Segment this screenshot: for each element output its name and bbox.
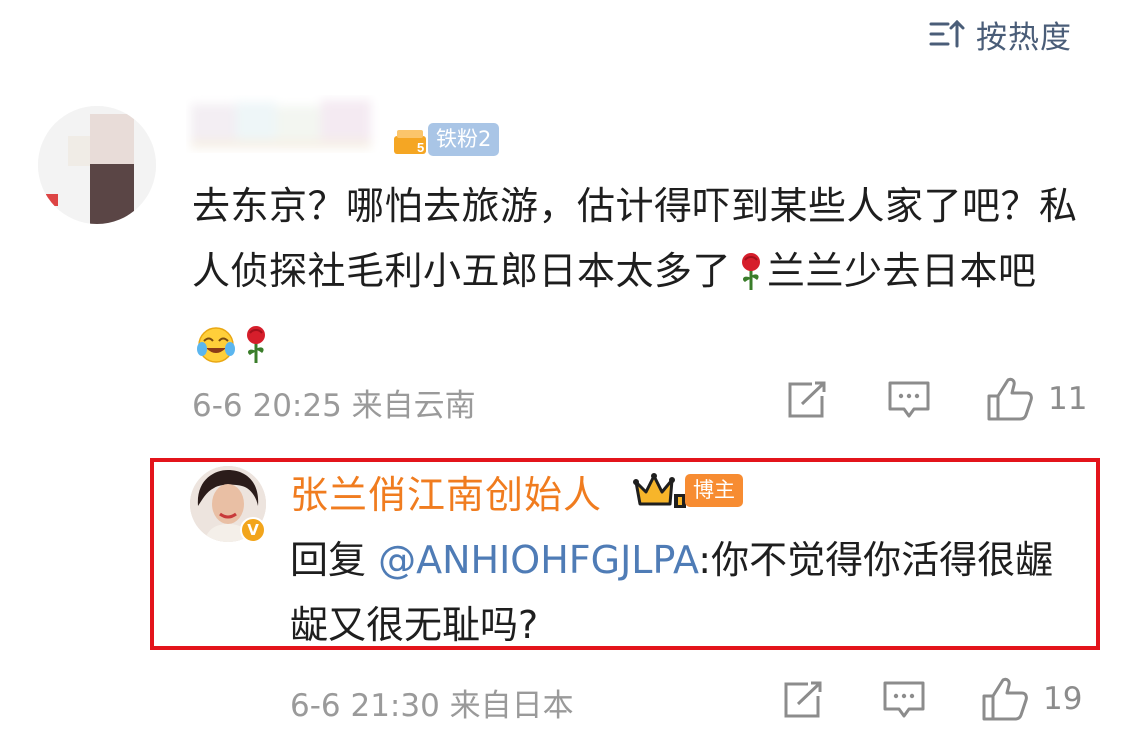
share-button[interactable] (782, 680, 824, 720)
share-button[interactable] (786, 380, 828, 420)
comment-button[interactable] (882, 680, 926, 720)
crown-icon (633, 473, 686, 508)
reply-timestamp: 6-6 21:30 来自日本 (290, 688, 574, 724)
comment-icon (883, 681, 925, 718)
like-count: 11 (1048, 381, 1088, 417)
fan-level-icon: 5 (394, 130, 426, 155)
avatar[interactable] (38, 106, 156, 224)
fan-badge: 铁粉2 (428, 123, 500, 156)
comment-button[interactable] (887, 380, 931, 420)
sort-label: 按热度 (976, 19, 1072, 56)
like-count: 19 (1043, 681, 1083, 717)
rose-emoji (735, 247, 767, 312)
share-icon (788, 381, 826, 418)
like-button[interactable]: 19 (981, 676, 1082, 722)
reply-text: 回复 @ANHIOHFGJLPA:你不觉得你活得很龌龊又很无耻吗? (290, 538, 1054, 647)
svg-text:5: 5 (417, 140, 424, 155)
username-blurred[interactable] (186, 94, 386, 156)
comment-text: 去东京？哪怕去旅游，估计得吓到某些人家了吧？私人侦探社毛利小五郎日本太多了 兰兰… (192, 174, 1092, 385)
rose-emoji (240, 320, 272, 385)
share-icon (784, 681, 822, 718)
comment-icon (888, 381, 930, 418)
blogger-username[interactable]: 张兰俏江南创始人 (290, 464, 602, 519)
blogger-badge: 博主 (685, 474, 743, 507)
like-button[interactable]: 11 (986, 376, 1087, 422)
thumbs-up-icon (982, 677, 1028, 721)
sort-icon (929, 19, 965, 48)
mention-link[interactable]: @ANHIOHFGJLPA (378, 538, 698, 582)
laughing-tears-emoji (196, 320, 236, 385)
sort-by-heat-button[interactable]: 按热度 (928, 12, 1072, 56)
comment-timestamp: 6-6 20:25 来自云南 (192, 388, 476, 424)
thumbs-up-icon (987, 377, 1033, 421)
verified-badge: V (240, 517, 266, 543)
